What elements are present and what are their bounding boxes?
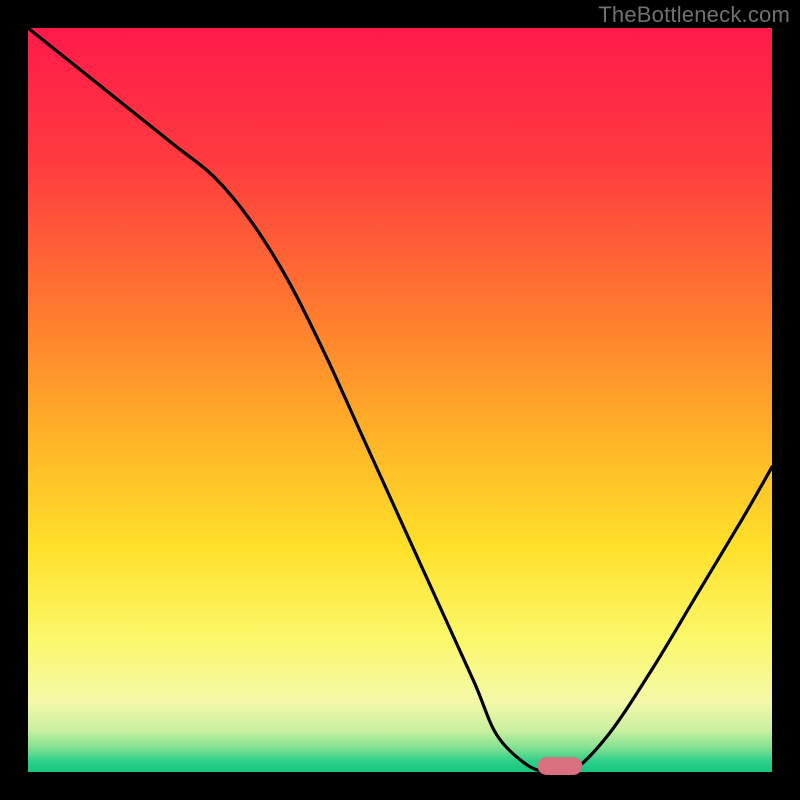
plot-area	[28, 28, 772, 772]
optimal-marker	[538, 757, 583, 775]
chart-svg	[0, 0, 800, 800]
bottleneck-chart: TheBottleneck.com	[0, 0, 800, 800]
watermark-label: TheBottleneck.com	[598, 2, 790, 28]
